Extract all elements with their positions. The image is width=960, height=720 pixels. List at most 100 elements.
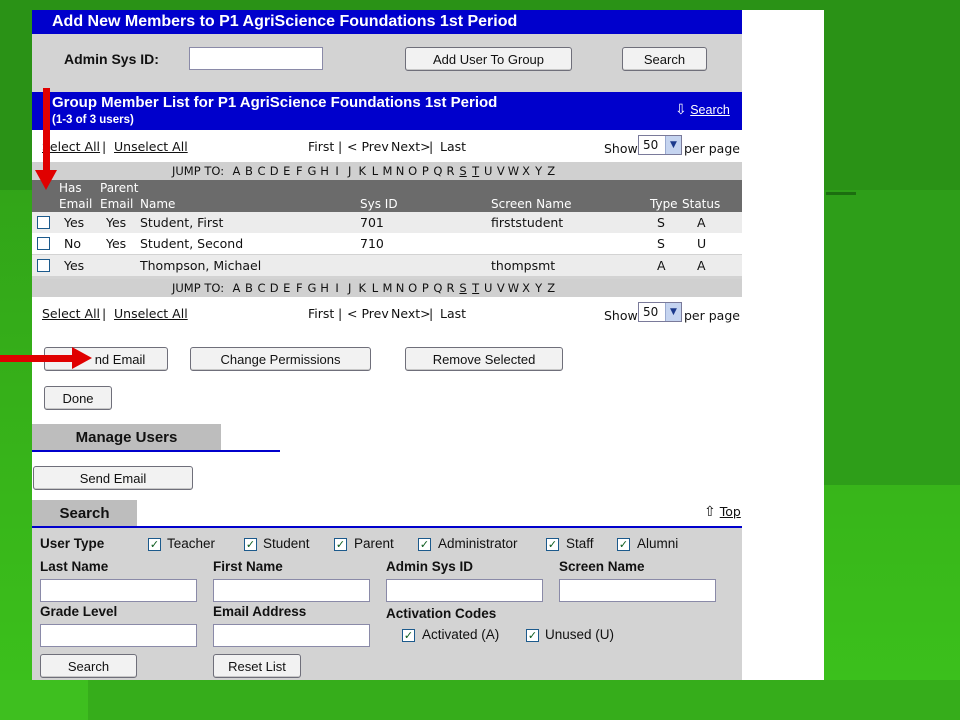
jump-letter-o[interactable]: O xyxy=(406,164,419,178)
per-page-select-bottom[interactable]: 50 ▼ xyxy=(638,302,682,322)
row-checkbox[interactable] xyxy=(37,259,50,272)
jump-letter-p[interactable]: P xyxy=(419,281,432,295)
red-arrow-right-head xyxy=(72,347,92,369)
screen-name-input[interactable] xyxy=(559,579,716,602)
remove-selected-button[interactable]: Remove Selected xyxy=(405,347,563,371)
jump-letter-m[interactable]: M xyxy=(381,281,394,295)
staff-checkbox[interactable]: ✓ xyxy=(546,538,559,551)
done-button[interactable]: Done xyxy=(44,386,112,410)
prev-page-link-top[interactable]: < Prev xyxy=(347,139,389,154)
jump-letter-q[interactable]: Q xyxy=(432,164,445,178)
jump-letter-o[interactable]: O xyxy=(406,281,419,295)
jump-letter-h[interactable]: H xyxy=(318,164,331,178)
teacher-checkbox[interactable]: ✓ xyxy=(148,538,161,551)
jump-letter-c[interactable]: C xyxy=(255,281,268,295)
jump-letter-b[interactable]: B xyxy=(243,281,256,295)
jump-letter-x[interactable]: X xyxy=(520,281,533,295)
jump-letter-d[interactable]: D xyxy=(268,281,281,295)
next-page-link-bottom[interactable]: Next> xyxy=(391,306,431,321)
jump-letter-k[interactable]: K xyxy=(356,164,369,178)
first-page-link-bottom[interactable]: First xyxy=(308,306,334,321)
grade-level-input[interactable] xyxy=(40,624,197,647)
jump-letter-i[interactable]: I xyxy=(331,164,344,178)
jump-letter-j[interactable]: J xyxy=(343,164,356,178)
jump-letter-n[interactable]: N xyxy=(394,281,407,295)
jump-letter-l[interactable]: L xyxy=(369,164,382,178)
jump-letter-r[interactable]: R xyxy=(444,281,457,295)
jump-letter-x[interactable]: X xyxy=(520,164,533,178)
col-status[interactable]: Status xyxy=(682,197,720,211)
jump-letter-v[interactable]: V xyxy=(495,164,508,178)
jump-letter-c[interactable]: C xyxy=(255,164,268,178)
jump-letter-t[interactable]: T xyxy=(469,281,482,295)
jump-letter-g[interactable]: G xyxy=(306,164,319,178)
jump-letter-w[interactable]: W xyxy=(507,164,520,178)
first-name-input[interactable] xyxy=(213,579,370,602)
jump-letter-z[interactable]: Z xyxy=(545,164,558,178)
per-page-select-top[interactable]: 50 ▼ xyxy=(638,135,682,155)
email-address-input[interactable] xyxy=(213,624,370,647)
row-checkbox[interactable] xyxy=(37,216,50,229)
jump-letter-f[interactable]: F xyxy=(293,164,306,178)
next-page-link-top[interactable]: Next> xyxy=(391,139,431,154)
jump-letter-r[interactable]: R xyxy=(444,164,457,178)
reset-list-button[interactable]: Reset List xyxy=(213,654,301,678)
add-user-to-group-button[interactable]: Add User To Group xyxy=(405,47,572,71)
alumni-checkbox[interactable]: ✓ xyxy=(617,538,630,551)
jump-letter-w[interactable]: W xyxy=(507,281,520,295)
jump-letter-s[interactable]: S xyxy=(457,281,470,295)
jump-letter-u[interactable]: U xyxy=(482,164,495,178)
jump-letter-y[interactable]: Y xyxy=(532,281,545,295)
col-type[interactable]: Type xyxy=(650,197,678,211)
student-checkbox[interactable]: ✓ xyxy=(244,538,257,551)
select-all-link-bottom[interactable]: Select All xyxy=(42,306,100,321)
jump-letter-z[interactable]: Z xyxy=(545,281,558,295)
last-name-input[interactable] xyxy=(40,579,197,602)
jump-letter-p[interactable]: P xyxy=(419,164,432,178)
jump-letter-e[interactable]: E xyxy=(280,281,293,295)
jump-letter-b[interactable]: B xyxy=(243,164,256,178)
parent-checkbox[interactable]: ✓ xyxy=(334,538,347,551)
administrator-checkbox[interactable]: ✓ xyxy=(418,538,431,551)
jump-letter-a[interactable]: A xyxy=(230,164,243,178)
jump-letter-j[interactable]: J xyxy=(343,281,356,295)
top-link[interactable]: ⇧ Top xyxy=(704,504,741,520)
first-page-link-top[interactable]: First xyxy=(308,139,334,154)
admin-sys-id-search-input[interactable] xyxy=(386,579,543,602)
jump-letter-l[interactable]: L xyxy=(369,281,382,295)
jump-letter-a[interactable]: A xyxy=(230,281,243,295)
jump-letter-v[interactable]: V xyxy=(495,281,508,295)
jump-letter-s[interactable]: S xyxy=(457,164,470,178)
jump-letter-d[interactable]: D xyxy=(268,164,281,178)
jump-letter-g[interactable]: G xyxy=(306,281,319,295)
jump-letter-e[interactable]: E xyxy=(280,164,293,178)
admin-sys-id-input[interactable] xyxy=(189,47,323,70)
col-screen-name[interactable]: Screen Name xyxy=(491,197,571,211)
list-search-link[interactable]: ⇩ Search xyxy=(675,101,730,118)
jump-letter-k[interactable]: K xyxy=(356,281,369,295)
col-name[interactable]: Name xyxy=(140,197,175,211)
row-checkbox[interactable] xyxy=(37,237,50,250)
jump-letter-f[interactable]: F xyxy=(293,281,306,295)
jump-letter-q[interactable]: Q xyxy=(432,281,445,295)
search-submit-button[interactable]: Search xyxy=(40,654,137,678)
activated-checkbox[interactable]: ✓ xyxy=(402,629,415,642)
unused-checkbox[interactable]: ✓ xyxy=(526,629,539,642)
last-page-link-top[interactable]: Last xyxy=(440,139,466,154)
unselect-all-link-bottom[interactable]: Unselect All xyxy=(114,306,188,321)
select-all-link-top[interactable]: Select All xyxy=(42,139,100,154)
manage-send-email-button[interactable]: Send Email xyxy=(33,466,193,490)
jump-letter-u[interactable]: U xyxy=(482,281,495,295)
col-sys-id[interactable]: Sys ID xyxy=(360,197,398,211)
jump-letter-t[interactable]: T xyxy=(469,164,482,178)
change-permissions-button[interactable]: Change Permissions xyxy=(190,347,371,371)
jump-letter-m[interactable]: M xyxy=(381,164,394,178)
jump-letter-n[interactable]: N xyxy=(394,164,407,178)
unselect-all-link-top[interactable]: Unselect All xyxy=(114,139,188,154)
jump-letter-y[interactable]: Y xyxy=(532,164,545,178)
prev-page-link-bottom[interactable]: < Prev xyxy=(347,306,389,321)
search-button[interactable]: Search xyxy=(622,47,707,71)
jump-letter-i[interactable]: I xyxy=(331,281,344,295)
jump-letter-h[interactable]: H xyxy=(318,281,331,295)
last-page-link-bottom[interactable]: Last xyxy=(440,306,466,321)
